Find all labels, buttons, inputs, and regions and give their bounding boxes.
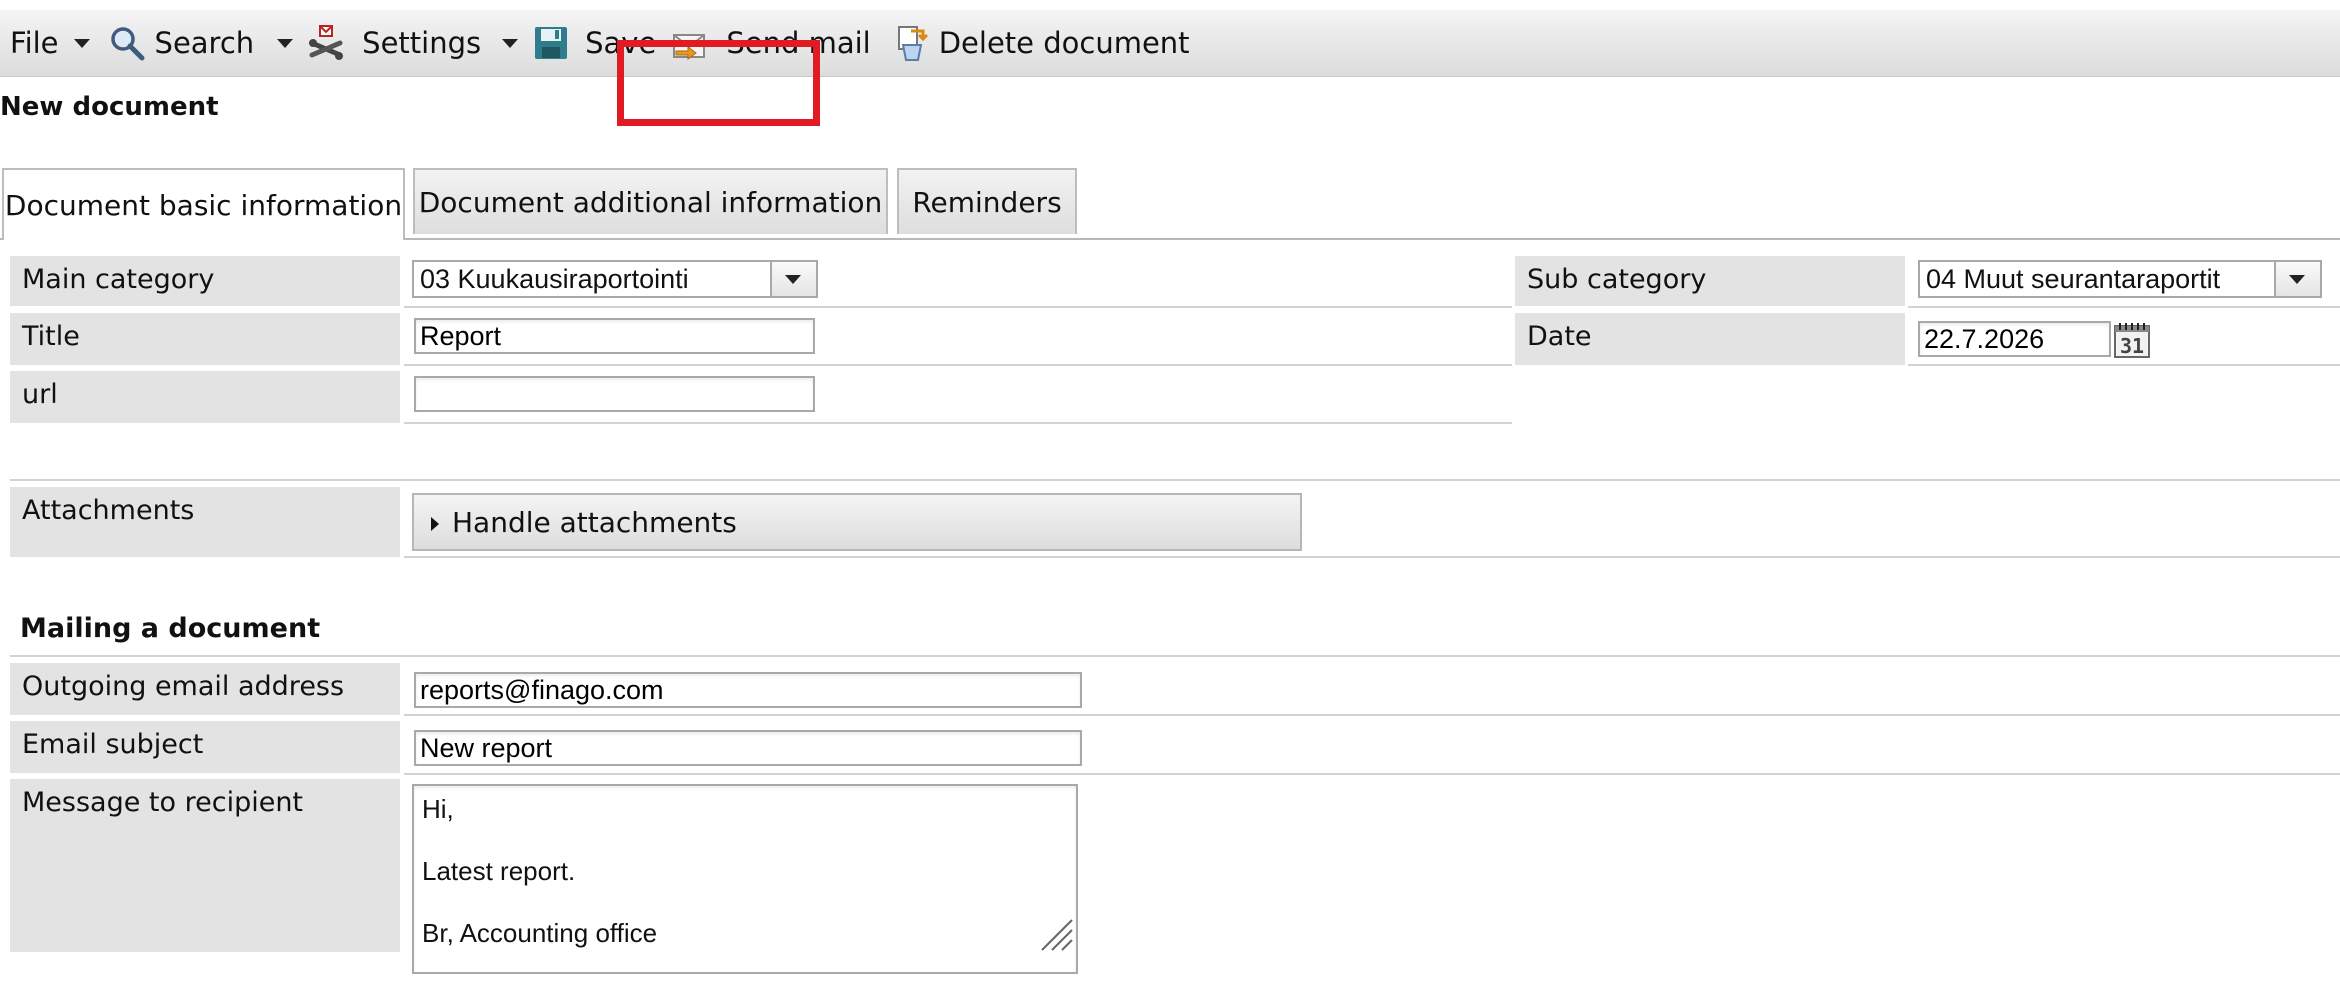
- message-label: Message to recipient: [10, 779, 400, 952]
- outgoing-email-input[interactable]: [414, 672, 1082, 708]
- page-title: New document: [0, 92, 219, 122]
- row-divider: [404, 556, 2340, 558]
- file-menu[interactable]: File: [10, 10, 91, 76]
- settings-menu[interactable]: Settings: [308, 10, 519, 76]
- main-category-select[interactable]: 03 Kuukausiraportointi: [412, 260, 818, 298]
- email-subject-input[interactable]: [414, 730, 1082, 766]
- title-input[interactable]: [414, 318, 815, 354]
- resize-grip-icon[interactable]: [1038, 916, 1074, 952]
- attachments-label: Attachments: [10, 487, 400, 557]
- row-divider: [404, 714, 2340, 716]
- message-line: Hi,: [422, 794, 454, 824]
- section-divider: [10, 655, 2340, 657]
- message-textarea[interactable]: Hi, Latest report. Br, Accounting office: [412, 784, 1078, 974]
- email-subject-label: Email subject: [10, 721, 400, 773]
- tab-additional-information[interactable]: Document additional information: [413, 168, 888, 234]
- tab-label: Document basic information: [4, 188, 403, 222]
- search-icon: [109, 25, 145, 61]
- sub-category-select[interactable]: 04 Muut seurantaraportit: [1918, 260, 2322, 298]
- calendar-day: 31: [2120, 334, 2144, 358]
- settings-menu-label: Settings: [362, 26, 482, 60]
- sub-category-value: 04 Muut seurantaraportit: [1926, 264, 2221, 294]
- sub-category-label: Sub category: [1515, 256, 1905, 306]
- message-line: Latest report.: [422, 856, 576, 886]
- row-divider: [404, 306, 1512, 308]
- row-divider: [404, 422, 1512, 424]
- tools-icon: [308, 25, 344, 61]
- delete-document-button[interactable]: Delete document: [893, 10, 1190, 76]
- search-menu-label: Search: [154, 26, 255, 60]
- tab-label: Reminders: [912, 185, 1062, 219]
- row-divider: [1908, 306, 2340, 308]
- toolbar: File Search Settings Save Send mail Dele…: [0, 10, 2340, 77]
- tab-reminders[interactable]: Reminders: [897, 168, 1077, 234]
- tab-label: Document additional information: [418, 185, 883, 219]
- mailing-section-title: Mailing a document: [20, 613, 321, 644]
- handle-attachments-label: Handle attachments: [452, 505, 737, 539]
- delete-document-button-label: Delete document: [938, 26, 1190, 60]
- chevron-down-icon[interactable]: [770, 262, 816, 296]
- main-category-value: 03 Kuukausiraportointi: [420, 264, 689, 294]
- chevron-down-icon[interactable]: [73, 37, 91, 49]
- section-divider: [10, 479, 2340, 481]
- url-input[interactable]: [414, 376, 815, 412]
- tab-basic-information[interactable]: Document basic information: [2, 168, 405, 240]
- calendar-icon[interactable]: 31: [2114, 322, 2150, 358]
- chevron-down-icon[interactable]: [501, 37, 519, 49]
- title-label: Title: [10, 313, 400, 365]
- handle-attachments-button[interactable]: Handle attachments: [412, 493, 1302, 551]
- chevron-down-icon[interactable]: [2274, 262, 2320, 296]
- caret-right-icon: [430, 506, 440, 539]
- row-divider: [404, 773, 2340, 775]
- date-label: Date: [1515, 313, 1905, 365]
- message-line: Br, Accounting office: [422, 918, 658, 948]
- row-divider: [1908, 364, 2340, 366]
- url-label: url: [10, 371, 400, 423]
- floppy-disk-icon: [533, 25, 569, 61]
- delete-document-icon: [893, 25, 929, 61]
- file-menu-label: File: [10, 26, 59, 60]
- main-category-label: Main category: [10, 256, 400, 306]
- outgoing-email-label: Outgoing email address: [10, 663, 400, 715]
- send-mail-highlight: [617, 40, 820, 126]
- tab-bar: Document basic information Document addi…: [0, 168, 2340, 240]
- chevron-down-icon[interactable]: [276, 37, 294, 49]
- search-menu[interactable]: Search: [109, 10, 295, 76]
- row-divider: [404, 364, 1512, 366]
- date-input[interactable]: [1918, 321, 2111, 357]
